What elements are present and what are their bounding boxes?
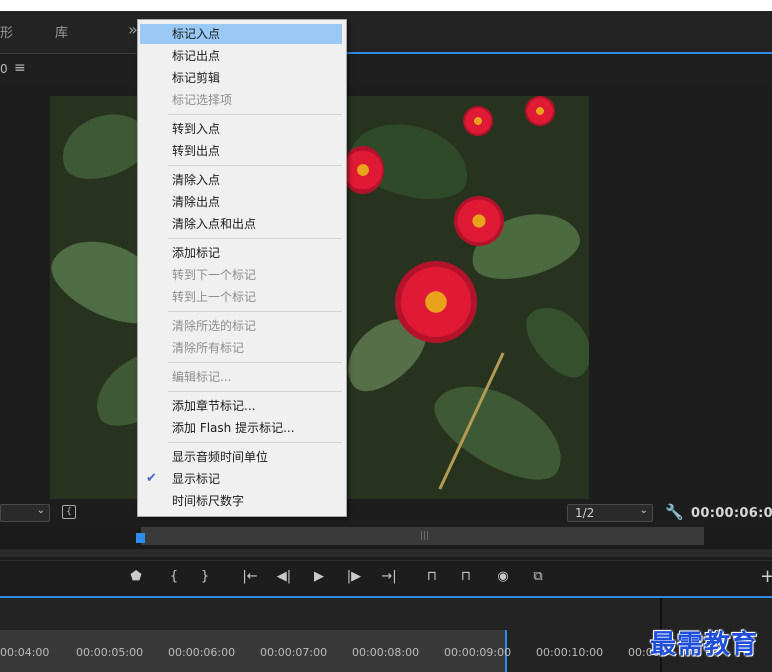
program-monitor-header xyxy=(0,54,772,86)
add-button[interactable]: + xyxy=(760,566,772,587)
menu-item[interactable]: 显示音频时间单位 xyxy=(140,447,342,467)
menu-item[interactable]: 标记剪辑 xyxy=(140,68,342,88)
range-grip[interactable]: ||| xyxy=(420,531,429,541)
zoom-level-dropdown[interactable]: ⌄ xyxy=(0,504,50,522)
mark-out-button[interactable]: } xyxy=(197,569,213,584)
playback-resolution-dropdown[interactable]: 1/2 ⌄ xyxy=(567,504,653,522)
menu-item[interactable]: 转到出点 xyxy=(140,141,342,161)
export-frame-button[interactable]: ◉ xyxy=(495,569,511,584)
menu-item[interactable]: 标记出点 xyxy=(140,46,342,66)
play-button[interactable]: ▶ xyxy=(311,569,327,584)
mark-in-button[interactable]: { xyxy=(166,569,182,584)
timeline-tick-label: 00:00:07:00 xyxy=(260,646,328,659)
compare-button[interactable]: ⧉ xyxy=(530,569,546,584)
menu-separator xyxy=(168,442,342,443)
settings-bracket-icon[interactable]: { xyxy=(62,505,76,519)
menu-item: 转到上一个标记 xyxy=(172,290,257,304)
menu-item[interactable]: 添加标记 xyxy=(140,243,342,263)
menu-item: 标记选择项 xyxy=(172,93,233,107)
timeline-tick-label: 00:00:10:00 xyxy=(536,646,604,659)
menu-item[interactable]: 清除出点 xyxy=(140,192,342,212)
panel-tab-bar xyxy=(0,11,772,54)
menu-item: 转到下一个标记 xyxy=(172,268,257,282)
menu-item[interactable]: 添加章节标记... xyxy=(140,396,342,416)
go-to-in-button[interactable]: |← xyxy=(242,569,258,584)
window-top-edge xyxy=(0,0,772,11)
panel-partial-value: 0 xyxy=(0,62,8,76)
playhead-marker[interactable] xyxy=(136,533,145,543)
monitor-scroll-strip[interactable] xyxy=(0,549,772,557)
watermark: 最需教育 xyxy=(650,630,759,660)
hamburger-icon[interactable]: ≡ xyxy=(14,60,26,76)
menu-item[interactable]: 转到入点 xyxy=(140,119,342,139)
tab-library[interactable]: 库 xyxy=(55,22,68,41)
menu-item[interactable]: 标记入点 xyxy=(140,24,342,44)
menu-item[interactable]: 添加 Flash 提示标记... xyxy=(140,418,342,438)
menu-separator xyxy=(168,311,342,312)
wrench-icon[interactable]: 🔧 xyxy=(665,503,684,521)
menu-item[interactable]: 清除入点 xyxy=(140,170,342,190)
menu-item[interactable]: 清除入点和出点 xyxy=(140,214,342,234)
menu-separator xyxy=(168,391,342,392)
timeline-tick-label: 00:00:06:00 xyxy=(168,646,236,659)
go-to-out-button[interactable]: →| xyxy=(381,569,397,584)
menu-separator xyxy=(168,165,342,166)
lift-button[interactable]: ⊓ xyxy=(424,569,440,584)
chevron-down-icon: ⌄ xyxy=(639,505,648,516)
menu-separator xyxy=(168,238,342,239)
menu-separator xyxy=(168,362,342,363)
monitor-control-bar xyxy=(0,500,772,526)
timeline-tick-label: 00:00:09:00 xyxy=(444,646,512,659)
chevron-down-icon: ⌄ xyxy=(36,505,45,516)
menu-separator xyxy=(168,114,342,115)
extract-button[interactable]: ⊓ xyxy=(458,569,474,584)
step-forward-button[interactable]: |▶ xyxy=(346,569,362,584)
step-back-button[interactable]: ◀| xyxy=(276,569,292,584)
camellia-flower xyxy=(342,146,384,194)
menu-item[interactable]: 时间标尺数字 xyxy=(140,491,342,511)
playback-resolution-value: 1/2 xyxy=(575,506,595,520)
menu-item: 清除所有标记 xyxy=(172,341,245,355)
context-menu: 标记入点 标记出点 标记剪辑标记选择项转到入点 转到出点清除入点 清除出点 清除入点和出点… xyxy=(137,19,347,517)
timeline-tick-label: 00:00:08:00 xyxy=(352,646,420,659)
add-marker-button[interactable]: ⬟ xyxy=(128,569,144,584)
timeline-tick-label: 00:00:05:00 xyxy=(76,646,144,659)
tab-partial[interactable]: 形 xyxy=(0,22,13,41)
menu-item: 清除所选的标记 xyxy=(172,319,257,333)
checkmark-icon: ✔ xyxy=(146,471,157,486)
menu-item: 编辑标记... xyxy=(172,370,232,384)
playhead-timecode[interactable]: 00:00:06:06 xyxy=(691,506,772,521)
timeline-tick-label: 00:04:00 xyxy=(0,646,50,659)
menu-item[interactable]: 显示标记 xyxy=(140,469,342,489)
